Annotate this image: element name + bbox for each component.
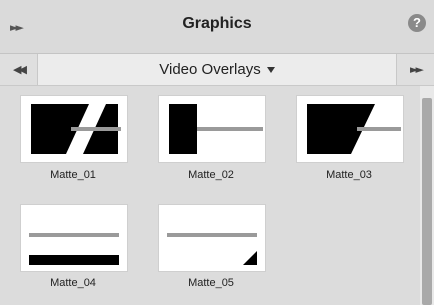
next-category-button[interactable]: ►► (396, 54, 434, 85)
scrollbar-thumb[interactable] (422, 98, 432, 305)
matte-02-preview (159, 96, 265, 162)
help-icon[interactable]: ? (408, 14, 426, 32)
matte-04-thumbnail[interactable] (20, 204, 128, 272)
panel-titlebar: ►► Graphics ? (0, 0, 434, 54)
matte-05-thumbnail[interactable] (158, 204, 266, 272)
category-dropdown-label: Video Overlays (159, 61, 261, 78)
previous-category-button[interactable]: ◀◀ (0, 54, 38, 85)
matte-05-preview (159, 205, 265, 271)
matte-03-label: Matte_03 (326, 169, 372, 181)
matte-03-thumbnail[interactable] (296, 95, 404, 163)
matte-02-thumbnail[interactable] (158, 95, 266, 163)
double-chevron-right-icon: ►► (410, 63, 424, 76)
category-bar: ◀◀ Video Overlays ►► (0, 54, 434, 86)
panel-title: Graphics (182, 15, 252, 32)
matte-01-thumbnail[interactable] (20, 95, 128, 163)
matte-01-label: Matte_01 (50, 169, 96, 181)
double-chevron-left-icon: ◀◀ (13, 63, 27, 76)
matte-04-label: Matte_04 (50, 277, 96, 289)
matte-03-preview (297, 96, 403, 162)
caret-down-icon (266, 67, 275, 74)
graphics-grid: Matte_01 Matte_02 Matte_03 Matte_04 Matt… (0, 86, 420, 305)
category-dropdown[interactable]: Video Overlays (37, 54, 397, 85)
matte-04-preview (21, 205, 127, 271)
matte-02-label: Matte_02 (188, 169, 234, 181)
matte-01-preview (21, 96, 127, 162)
matte-05-label: Matte_05 (188, 277, 234, 289)
